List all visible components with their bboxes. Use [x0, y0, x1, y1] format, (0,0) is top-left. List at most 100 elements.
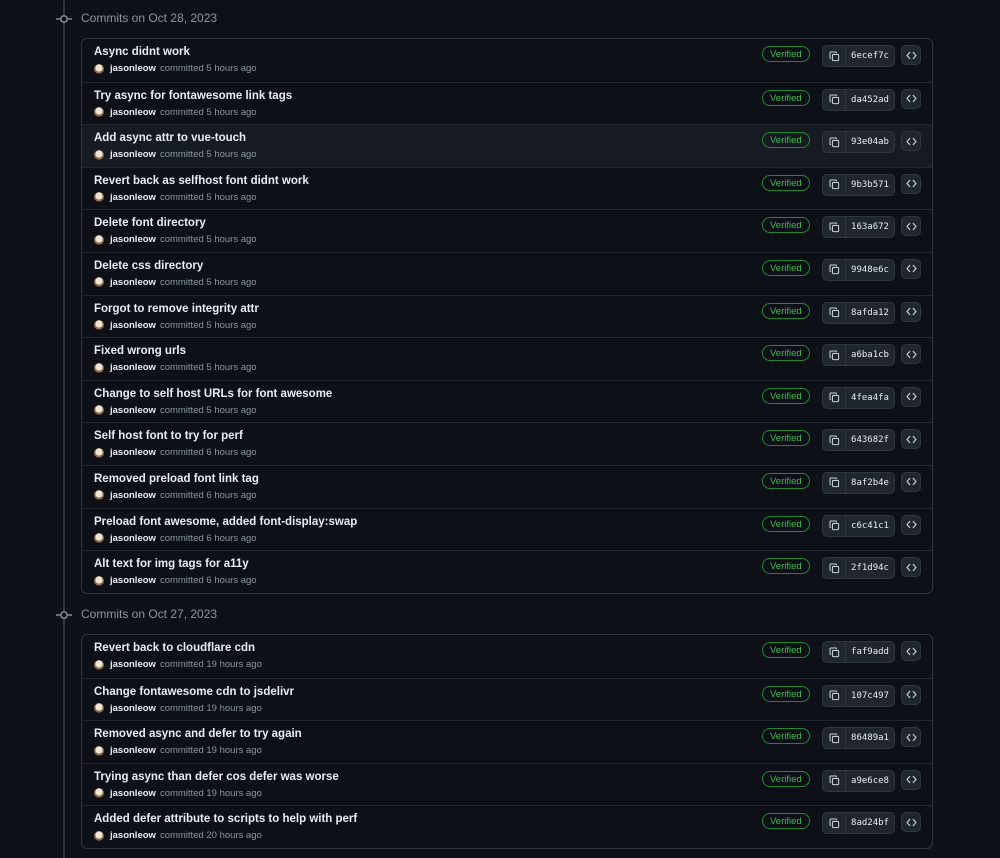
- copy-sha-button[interactable]: [823, 259, 846, 280]
- author-link[interactable]: jasonleow: [110, 277, 156, 288]
- browse-repo-button[interactable]: [901, 131, 921, 152]
- copy-sha-button[interactable]: [823, 46, 846, 66]
- commit-message-link[interactable]: Trying async than defer cos defer was wo…: [94, 771, 339, 783]
- verified-badge[interactable]: Verified: [762, 387, 810, 404]
- commit-sha-link[interactable]: 107c497: [846, 686, 894, 706]
- copy-sha-button[interactable]: [823, 387, 846, 408]
- verified-badge[interactable]: Verified: [762, 46, 810, 62]
- author-link[interactable]: jasonleow: [110, 533, 156, 544]
- verified-badge[interactable]: Verified: [762, 770, 810, 787]
- author-avatar[interactable]: [94, 405, 104, 416]
- verified-badge[interactable]: Verified: [762, 728, 810, 745]
- author-avatar[interactable]: [94, 320, 104, 331]
- verified-badge[interactable]: Verified: [762, 813, 810, 830]
- browse-repo-button[interactable]: [901, 557, 921, 578]
- browse-repo-button[interactable]: [901, 769, 921, 790]
- commit-message-link[interactable]: Added defer attribute to scripts to help…: [94, 813, 357, 825]
- copy-sha-button[interactable]: [823, 302, 846, 323]
- browse-repo-button[interactable]: [901, 641, 921, 661]
- commit-message-link[interactable]: Revert back as selfhost font didnt work: [94, 175, 309, 187]
- copy-sha-button[interactable]: [823, 345, 846, 366]
- author-link[interactable]: jasonleow: [110, 447, 156, 458]
- commit-message-link[interactable]: Alt text for img tags for a11y: [94, 558, 249, 570]
- browse-repo-button[interactable]: [901, 429, 921, 450]
- commit-message-link[interactable]: Fixed wrong urls: [94, 345, 186, 357]
- commit-sha-link[interactable]: a6ba1cb: [846, 345, 894, 365]
- commit-message-link[interactable]: Self host font to try for perf: [94, 430, 243, 442]
- author-avatar[interactable]: [94, 830, 104, 841]
- author-avatar[interactable]: [94, 788, 104, 799]
- verified-badge[interactable]: Verified: [762, 302, 810, 319]
- commit-message-link[interactable]: Delete css directory: [94, 260, 203, 272]
- commit-sha-link[interactable]: 93e04ab: [846, 132, 894, 152]
- author-avatar[interactable]: [94, 447, 104, 458]
- commit-sha-link[interactable]: 2f1d94c: [846, 558, 894, 578]
- commit-sha-link[interactable]: faf9add: [846, 642, 894, 662]
- browse-repo-button[interactable]: [901, 684, 921, 705]
- author-link[interactable]: jasonleow: [110, 490, 156, 501]
- author-link[interactable]: jasonleow: [110, 107, 156, 118]
- commit-message-link[interactable]: Preload font awesome, added font-display…: [94, 516, 357, 528]
- author-link[interactable]: jasonleow: [110, 659, 156, 670]
- author-avatar[interactable]: [94, 107, 104, 118]
- author-avatar[interactable]: [94, 234, 104, 245]
- copy-sha-button[interactable]: [823, 174, 846, 195]
- copy-sha-button[interactable]: [823, 89, 846, 110]
- author-avatar[interactable]: [94, 703, 104, 714]
- commit-sha-link[interactable]: 4fea4fa: [846, 388, 894, 408]
- author-link[interactable]: jasonleow: [110, 149, 156, 160]
- author-avatar[interactable]: [94, 575, 104, 586]
- commit-sha-link[interactable]: 8ad24bf: [846, 813, 894, 833]
- browse-repo-button[interactable]: [901, 514, 921, 535]
- copy-sha-button[interactable]: [823, 217, 846, 238]
- copy-sha-button[interactable]: [823, 813, 846, 834]
- commit-message-link[interactable]: Removed preload font link tag: [94, 473, 259, 485]
- browse-repo-button[interactable]: [901, 727, 921, 748]
- verified-badge[interactable]: Verified: [762, 642, 810, 658]
- commit-sha-link[interactable]: c6c41c1: [846, 516, 894, 536]
- copy-sha-button[interactable]: [823, 770, 846, 791]
- commit-message-link[interactable]: Async didnt work: [94, 46, 190, 58]
- browse-repo-button[interactable]: [901, 258, 921, 279]
- copy-sha-button[interactable]: [823, 515, 846, 536]
- browse-repo-button[interactable]: [901, 88, 921, 109]
- verified-badge[interactable]: Verified: [762, 345, 810, 362]
- commit-message-link[interactable]: Change to self host URLs for font awesom…: [94, 388, 332, 400]
- commit-sha-link[interactable]: 86489a1: [846, 728, 894, 748]
- browse-repo-button[interactable]: [901, 216, 921, 237]
- verified-badge[interactable]: Verified: [762, 174, 810, 191]
- commit-message-link[interactable]: Delete font directory: [94, 217, 206, 229]
- author-avatar[interactable]: [94, 745, 104, 756]
- commit-sha-link[interactable]: 643682f: [846, 430, 894, 450]
- commit-sha-link[interactable]: 8afda12: [846, 303, 894, 323]
- commit-message-link[interactable]: Forgot to remove integrity attr: [94, 303, 259, 315]
- commit-sha-link[interactable]: da452ad: [846, 90, 894, 110]
- commit-sha-link[interactable]: 9b3b571: [846, 175, 894, 195]
- commit-message-link[interactable]: Removed async and defer to try again: [94, 728, 302, 740]
- verified-badge[interactable]: Verified: [762, 430, 810, 447]
- verified-badge[interactable]: Verified: [762, 558, 810, 575]
- copy-sha-button[interactable]: [823, 642, 846, 662]
- browse-repo-button[interactable]: [901, 344, 921, 365]
- author-link[interactable]: jasonleow: [110, 234, 156, 245]
- author-link[interactable]: jasonleow: [110, 788, 156, 799]
- commit-sha-link[interactable]: 6ecef7c: [846, 46, 894, 66]
- author-link[interactable]: jasonleow: [110, 405, 156, 416]
- commit-message-link[interactable]: Change fontawesome cdn to jsdelivr: [94, 686, 294, 698]
- commit-sha-link[interactable]: a9e6ce8: [846, 771, 894, 791]
- browse-repo-button[interactable]: [901, 386, 921, 407]
- commit-message-link[interactable]: Add async attr to vue-touch: [94, 132, 246, 144]
- verified-badge[interactable]: Verified: [762, 259, 810, 276]
- commit-message-link[interactable]: Revert back to cloudflare cdn: [94, 642, 255, 654]
- copy-sha-button[interactable]: [823, 685, 846, 706]
- copy-sha-button[interactable]: [823, 430, 846, 451]
- author-avatar[interactable]: [94, 362, 104, 373]
- verified-badge[interactable]: Verified: [762, 472, 810, 489]
- copy-sha-button[interactable]: [823, 472, 846, 493]
- author-link[interactable]: jasonleow: [110, 320, 156, 331]
- verified-badge[interactable]: Verified: [762, 217, 810, 234]
- author-link[interactable]: jasonleow: [110, 575, 156, 586]
- author-link[interactable]: jasonleow: [110, 63, 156, 74]
- author-avatar[interactable]: [94, 192, 104, 203]
- browse-repo-button[interactable]: [901, 301, 921, 322]
